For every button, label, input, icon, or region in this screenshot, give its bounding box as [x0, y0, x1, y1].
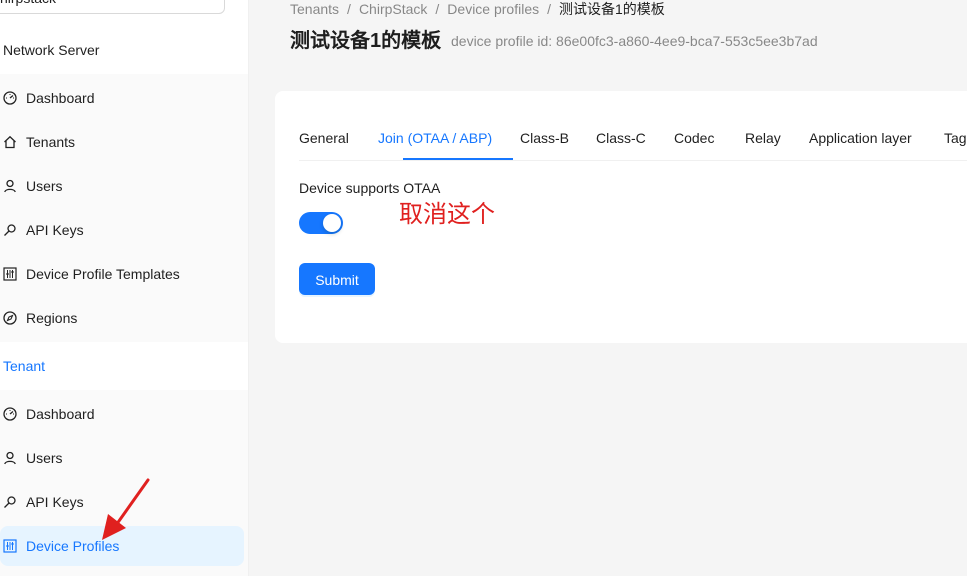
tab-general[interactable]: General	[299, 129, 349, 147]
menu-item-label: Users	[26, 450, 63, 466]
menu-item-label: API Keys	[26, 222, 84, 238]
sidebar: hirpstack ▼ Network Server Dashboard Ten…	[0, 0, 249, 576]
network-server-submenu: Dashboard Tenants Users API Keys Device …	[0, 74, 248, 342]
page-subtitle: device profile id: 86e00fc3-a860-4ee9-bc…	[451, 33, 818, 49]
menu-item-label: Regions	[26, 310, 78, 326]
tab-join[interactable]: Join (OTAA / ABP)	[378, 129, 492, 147]
tab-active-indicator	[403, 158, 513, 160]
menu-item-ns-device-profile-templates[interactable]: Device Profile Templates	[0, 254, 244, 294]
compass-icon	[2, 298, 18, 338]
tab-application-layer[interactable]: Application layer	[809, 129, 912, 147]
menu-group-tenant: Tenant	[0, 342, 248, 390]
breadcrumb-separator: /	[547, 1, 552, 17]
tab-codec[interactable]: Codec	[674, 129, 714, 147]
supports-otaa-toggle[interactable]	[299, 212, 343, 234]
annotation-text: 取消这个	[399, 200, 495, 228]
menu-item-ns-dashboard[interactable]: Dashboard	[0, 78, 244, 118]
dashboard-icon	[2, 394, 18, 434]
menu-item-label: Dashboard	[26, 406, 95, 422]
breadcrumb-item-chirpstack[interactable]: ChirpStack	[359, 1, 427, 17]
breadcrumb-separator: /	[435, 1, 440, 17]
breadcrumb-separator: /	[347, 1, 351, 17]
tab-tags[interactable]: Tags	[944, 129, 967, 147]
tenant-select-value: hirpstack	[0, 0, 56, 6]
tenant-select[interactable]: hirpstack ▼	[0, 0, 225, 14]
user-icon	[2, 438, 18, 478]
key-icon	[2, 482, 18, 522]
menu-item-ns-api-keys[interactable]: API Keys	[0, 210, 244, 250]
supports-otaa-label: Device supports OTAA	[299, 180, 441, 196]
breadcrumb-current: 测试设备1的模板	[559, 1, 665, 17]
control-icon	[2, 526, 18, 566]
dashboard-icon	[2, 78, 18, 118]
page-title: 测试设备1的模板	[290, 30, 442, 52]
breadcrumb-item-device-profiles[interactable]: Device profiles	[447, 1, 539, 17]
menu-item-label: Users	[26, 178, 63, 194]
tab-class-b[interactable]: Class-B	[520, 129, 569, 147]
device-profile-card: General Join (OTAA / ABP) Class-B Class-…	[275, 91, 967, 343]
tab-class-c[interactable]: Class-C	[596, 129, 646, 147]
breadcrumb: Tenants / ChirpStack / Device profiles / 测试设备1…	[290, 0, 665, 20]
submit-button[interactable]: Submit	[299, 263, 375, 295]
menu-item-label: Device Profile Templates	[26, 266, 180, 282]
menu-item-tenant-dashboard[interactable]: Dashboard	[0, 394, 244, 434]
tab-bar: General Join (OTAA / ABP) Class-B Class-…	[299, 91, 967, 161]
user-icon	[2, 166, 18, 206]
menu-item-label: API Keys	[26, 494, 84, 510]
menu-group-network-server: Network Server	[0, 26, 248, 74]
menu-item-ns-tenants[interactable]: Tenants	[0, 122, 244, 162]
menu-item-label: Dashboard	[26, 90, 95, 106]
key-icon	[2, 210, 18, 250]
menu-item-ns-regions[interactable]: Regions	[0, 298, 244, 338]
toggle-knob	[323, 214, 341, 232]
chevron-down-icon: ▼	[204, 0, 214, 13]
home-icon	[2, 122, 18, 162]
tab-relay[interactable]: Relay	[745, 129, 781, 147]
menu-item-ns-users[interactable]: Users	[0, 166, 244, 206]
menu-item-tenant-users[interactable]: Users	[0, 438, 244, 478]
menu-item-label: Tenants	[26, 134, 76, 150]
breadcrumb-item-tenants[interactable]: Tenants	[290, 1, 339, 17]
control-icon	[2, 254, 18, 294]
red-arrow-annotation-icon	[102, 478, 150, 540]
